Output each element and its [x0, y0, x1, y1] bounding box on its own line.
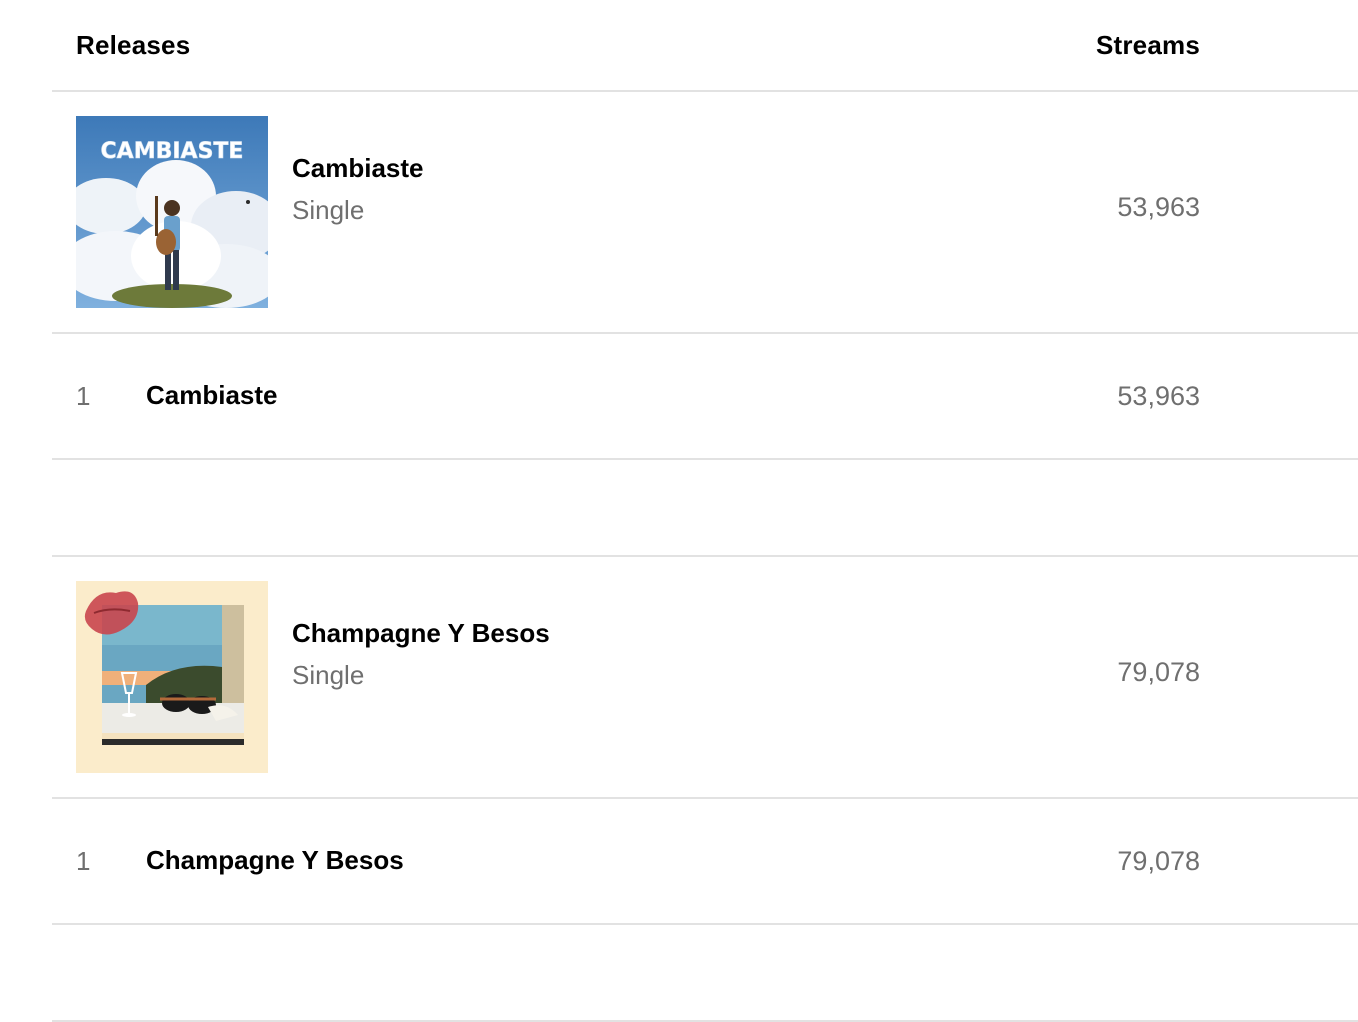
album-cover-champagne-y-besos[interactable]: [76, 581, 268, 773]
release-streams: 79,078: [1117, 657, 1200, 687]
track-number: 1: [76, 846, 91, 876]
streams-column-header: Streams: [1095, 30, 1200, 60]
table-header: Releases Streams: [52, 0, 1358, 92]
release-title[interactable]: Champagne Y Besos: [292, 615, 550, 651]
section-spacer: [52, 460, 1358, 557]
track-title[interactable]: Cambiaste: [146, 380, 278, 411]
release-info: Champagne Y Besos Single: [292, 615, 550, 695]
release-row-champagne-y-besos[interactable]: Champagne Y Besos Single 79,078: [52, 557, 1358, 799]
release-title[interactable]: Cambiaste: [292, 150, 424, 186]
track-streams: 53,963: [1117, 381, 1200, 411]
track-number: 1: [76, 381, 91, 411]
releases-column-header: Releases: [76, 30, 191, 60]
track-row[interactable]: 1 Cambiaste 53,963: [52, 334, 1358, 460]
releases-table: Releases Streams CAMBIASTE Cambiaste Sin…: [52, 0, 1358, 1022]
release-type: Single: [292, 195, 365, 225]
section-spacer: [52, 925, 1358, 1022]
release-type: Single: [292, 660, 365, 690]
release-streams: 53,963: [1117, 192, 1200, 222]
track-streams: 79,078: [1117, 846, 1200, 876]
track-title[interactable]: Champagne Y Besos: [146, 845, 404, 876]
cover-title-text: CAMBIASTE: [101, 139, 244, 164]
track-row[interactable]: 1 Champagne Y Besos 79,078: [52, 799, 1358, 925]
release-row-cambiaste[interactable]: CAMBIASTE Cambiaste Single 53,963: [52, 92, 1358, 334]
release-info: Cambiaste Single: [292, 150, 424, 230]
album-cover-cambiaste[interactable]: CAMBIASTE: [76, 116, 268, 308]
